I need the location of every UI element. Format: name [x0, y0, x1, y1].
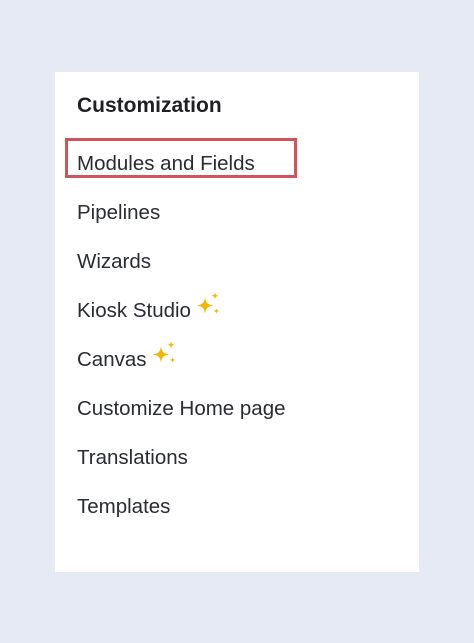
menu-item-modules-and-fields[interactable]: Modules and Fields [55, 138, 419, 188]
section-title: Customization [77, 94, 222, 117]
menu-item-label: Customize Home page [77, 396, 286, 420]
menu-item-wizards[interactable]: Wizards [55, 237, 419, 286]
sparkle-icon [150, 340, 178, 370]
menu-item-label: Templates [77, 494, 171, 518]
customization-panel: Customization Modules and Fields Pipelin… [55, 72, 419, 572]
sparkle-icon [194, 291, 222, 321]
menu-item-pipelines[interactable]: Pipelines [55, 188, 419, 237]
customization-menu: Modules and Fields Pipelines Wizards Kio… [55, 138, 419, 531]
menu-item-kiosk-studio[interactable]: Kiosk Studio [55, 286, 419, 335]
menu-item-label: Canvas [77, 347, 147, 371]
menu-item-label: Translations [77, 445, 188, 469]
menu-item-customize-home-page[interactable]: Customize Home page [55, 384, 419, 433]
menu-item-label: Modules and Fields [77, 151, 255, 175]
menu-item-label: Pipelines [77, 200, 161, 224]
menu-item-translations[interactable]: Translations [55, 433, 419, 482]
menu-item-label: Wizards [77, 249, 152, 273]
menu-item-label: Kiosk Studio [77, 298, 191, 322]
menu-item-canvas[interactable]: Canvas [55, 335, 419, 384]
menu-item-templates[interactable]: Templates [55, 482, 419, 531]
